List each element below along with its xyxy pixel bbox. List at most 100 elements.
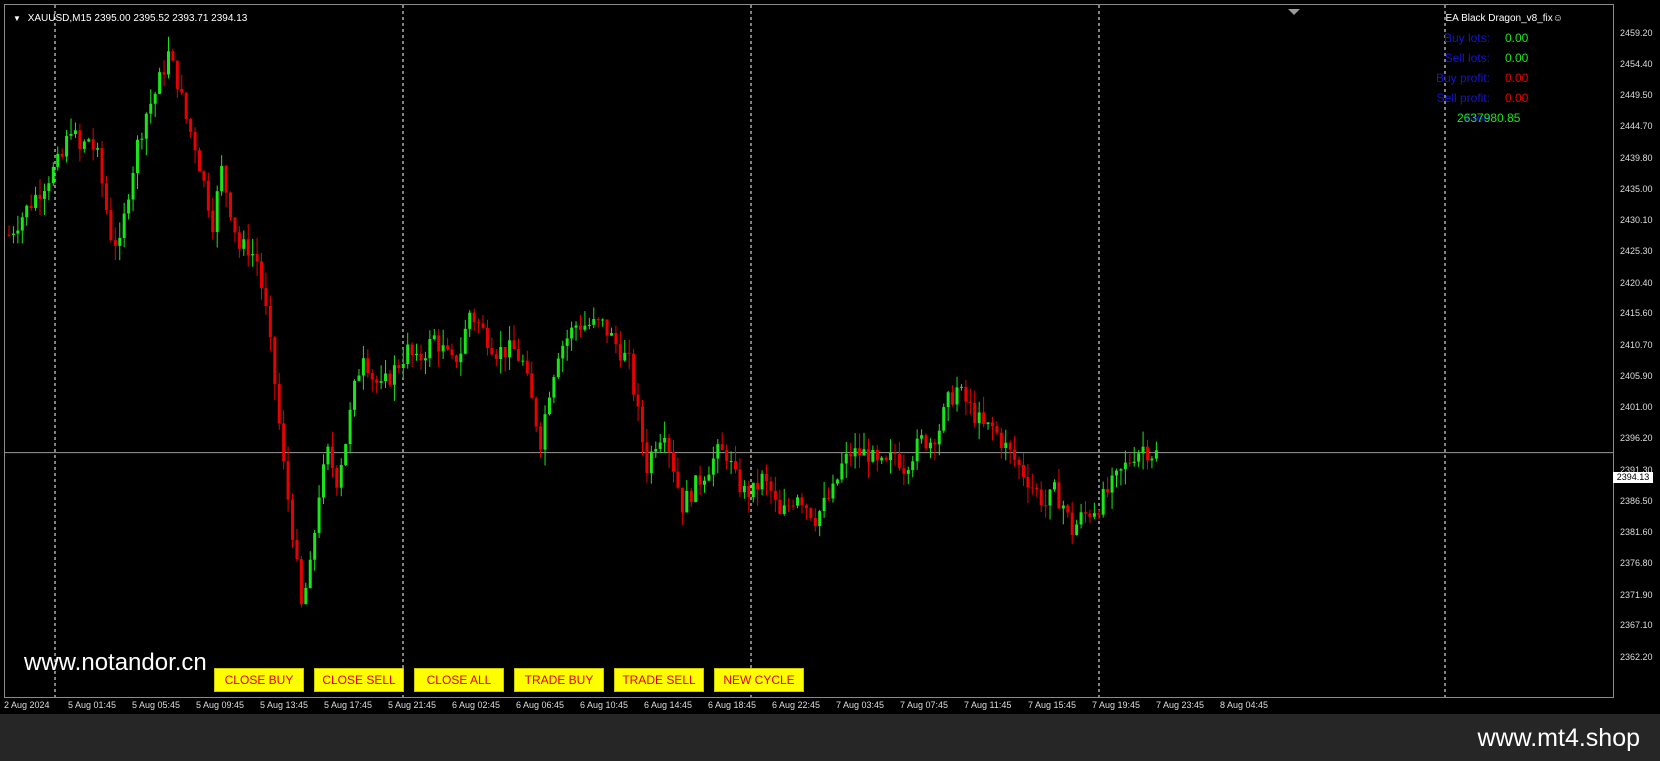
candle-body	[463, 328, 467, 354]
candle-body	[649, 451, 653, 474]
info-value: 0.00	[1505, 31, 1529, 45]
candle-body	[787, 505, 791, 507]
time-axis[interactable]: 2 Aug 2024 5 Aug 01:45 5 Aug 05:45 5 Aug 09…	[0, 698, 1614, 714]
close-all-button[interactable]: CLOSE ALL	[414, 668, 504, 692]
candle-body	[375, 379, 379, 383]
time-tick-label: 5 Aug 13:45	[260, 700, 309, 710]
candle-body	[299, 559, 303, 605]
candle-body	[791, 505, 795, 507]
candle-body	[897, 454, 901, 469]
close-sell-button[interactable]: CLOSE SELL	[314, 668, 404, 692]
candle-body	[264, 287, 268, 306]
candle-body	[419, 353, 423, 361]
candle-body	[694, 475, 698, 502]
candle-body	[370, 373, 374, 380]
candle-body	[800, 497, 804, 506]
time-tick-label: 6 Aug 14:45	[644, 700, 693, 710]
candle-body	[769, 481, 773, 491]
symbol-dropdown-icon[interactable]: ▼	[13, 14, 21, 23]
time-tick-label: 6 Aug 22:45	[772, 700, 821, 710]
candle-body	[640, 406, 644, 443]
candle-body	[348, 409, 352, 445]
price-tick-label: 2444.70	[1620, 121, 1653, 132]
candle-body	[725, 450, 729, 462]
candle-body	[858, 448, 862, 456]
candle-body	[1075, 524, 1079, 535]
candle-body	[197, 150, 201, 172]
time-tick-label: 7 Aug 11:45	[964, 700, 1012, 710]
candle-body	[645, 442, 649, 474]
info-value: 2637980.85	[1457, 111, 1521, 125]
chart-area[interactable]: ▼ XAUUSD,M15 2395.00 2395.52 2393.71 239…	[4, 4, 1614, 698]
watermark-notandor: www.notandor.cn	[24, 649, 207, 676]
candle-body	[260, 261, 264, 288]
candle-body	[1066, 505, 1070, 513]
candle-body	[286, 461, 290, 500]
candle-body	[16, 230, 20, 234]
candle-body	[756, 482, 760, 490]
candle-body	[485, 327, 489, 348]
price-tick-label: 2401.00	[1620, 402, 1653, 413]
candle-body	[928, 442, 932, 449]
candle-body	[60, 153, 64, 157]
candle-body	[87, 139, 91, 142]
candle-body	[34, 194, 38, 208]
candle-body	[530, 373, 534, 399]
candle-body	[995, 426, 999, 433]
candle-body	[1141, 446, 1145, 454]
price-tick-label: 2439.80	[1620, 152, 1653, 163]
time-tick-label: 5 Aug 09:45	[196, 700, 245, 710]
candle-body	[454, 355, 458, 363]
trade-sell-button[interactable]: TRADE SELL	[614, 668, 704, 692]
candle-body	[849, 453, 853, 457]
candle-body	[1057, 482, 1061, 509]
candle-body	[840, 463, 844, 480]
candle-body	[366, 358, 370, 374]
candle-body	[1128, 462, 1132, 464]
candle-body	[100, 148, 104, 184]
candle-body	[171, 51, 175, 61]
candle-body	[361, 358, 365, 376]
candle-body	[578, 325, 582, 330]
info-value: 0.00	[1505, 71, 1529, 85]
candle-body	[494, 354, 498, 359]
candle-body	[703, 480, 707, 485]
info-row-sell-profit: Sell profit: 0.00	[1395, 91, 1595, 111]
candle-body	[251, 254, 255, 256]
candle-body	[959, 386, 963, 388]
candle-body	[1008, 442, 1012, 450]
candle-body	[707, 474, 711, 481]
candle-body	[153, 93, 157, 104]
candle-body	[490, 347, 494, 355]
candle-body	[986, 422, 990, 425]
candle-body	[446, 345, 450, 350]
candle-body	[1044, 505, 1048, 507]
price-tick-label: 2405.90	[1620, 370, 1653, 381]
candle-body	[601, 319, 605, 321]
candle-body	[1026, 477, 1030, 488]
candle-body	[379, 381, 383, 383]
price-axis[interactable]: 2459.20 2454.40 2449.50 2444.70 2439.80 2435.…	[1614, 4, 1660, 698]
candle-body	[623, 352, 627, 361]
candle-body	[7, 234, 11, 236]
candle-body	[915, 438, 919, 462]
candle-body	[1150, 458, 1154, 461]
candle-body	[65, 135, 69, 157]
time-tick-label: 7 Aug 23:45	[1156, 700, 1205, 710]
candle-body	[410, 344, 414, 356]
info-value: 0.00	[1505, 91, 1529, 105]
candle-body	[1123, 462, 1127, 470]
candle-body	[242, 239, 246, 249]
candle-body	[773, 490, 777, 500]
candle-body	[335, 468, 339, 488]
candle-body	[1097, 513, 1101, 515]
candle-body	[131, 173, 135, 200]
candle-body	[880, 457, 884, 461]
trade-buy-button[interactable]: TRADE BUY	[514, 668, 604, 692]
new-cycle-button[interactable]: NEW CYCLE	[714, 668, 804, 692]
shift-marker-icon[interactable]	[1288, 9, 1300, 15]
candle-body	[680, 487, 684, 513]
close-buy-button[interactable]: CLOSE BUY	[214, 668, 304, 692]
candle-body	[353, 380, 357, 410]
candle-body	[999, 432, 1003, 448]
